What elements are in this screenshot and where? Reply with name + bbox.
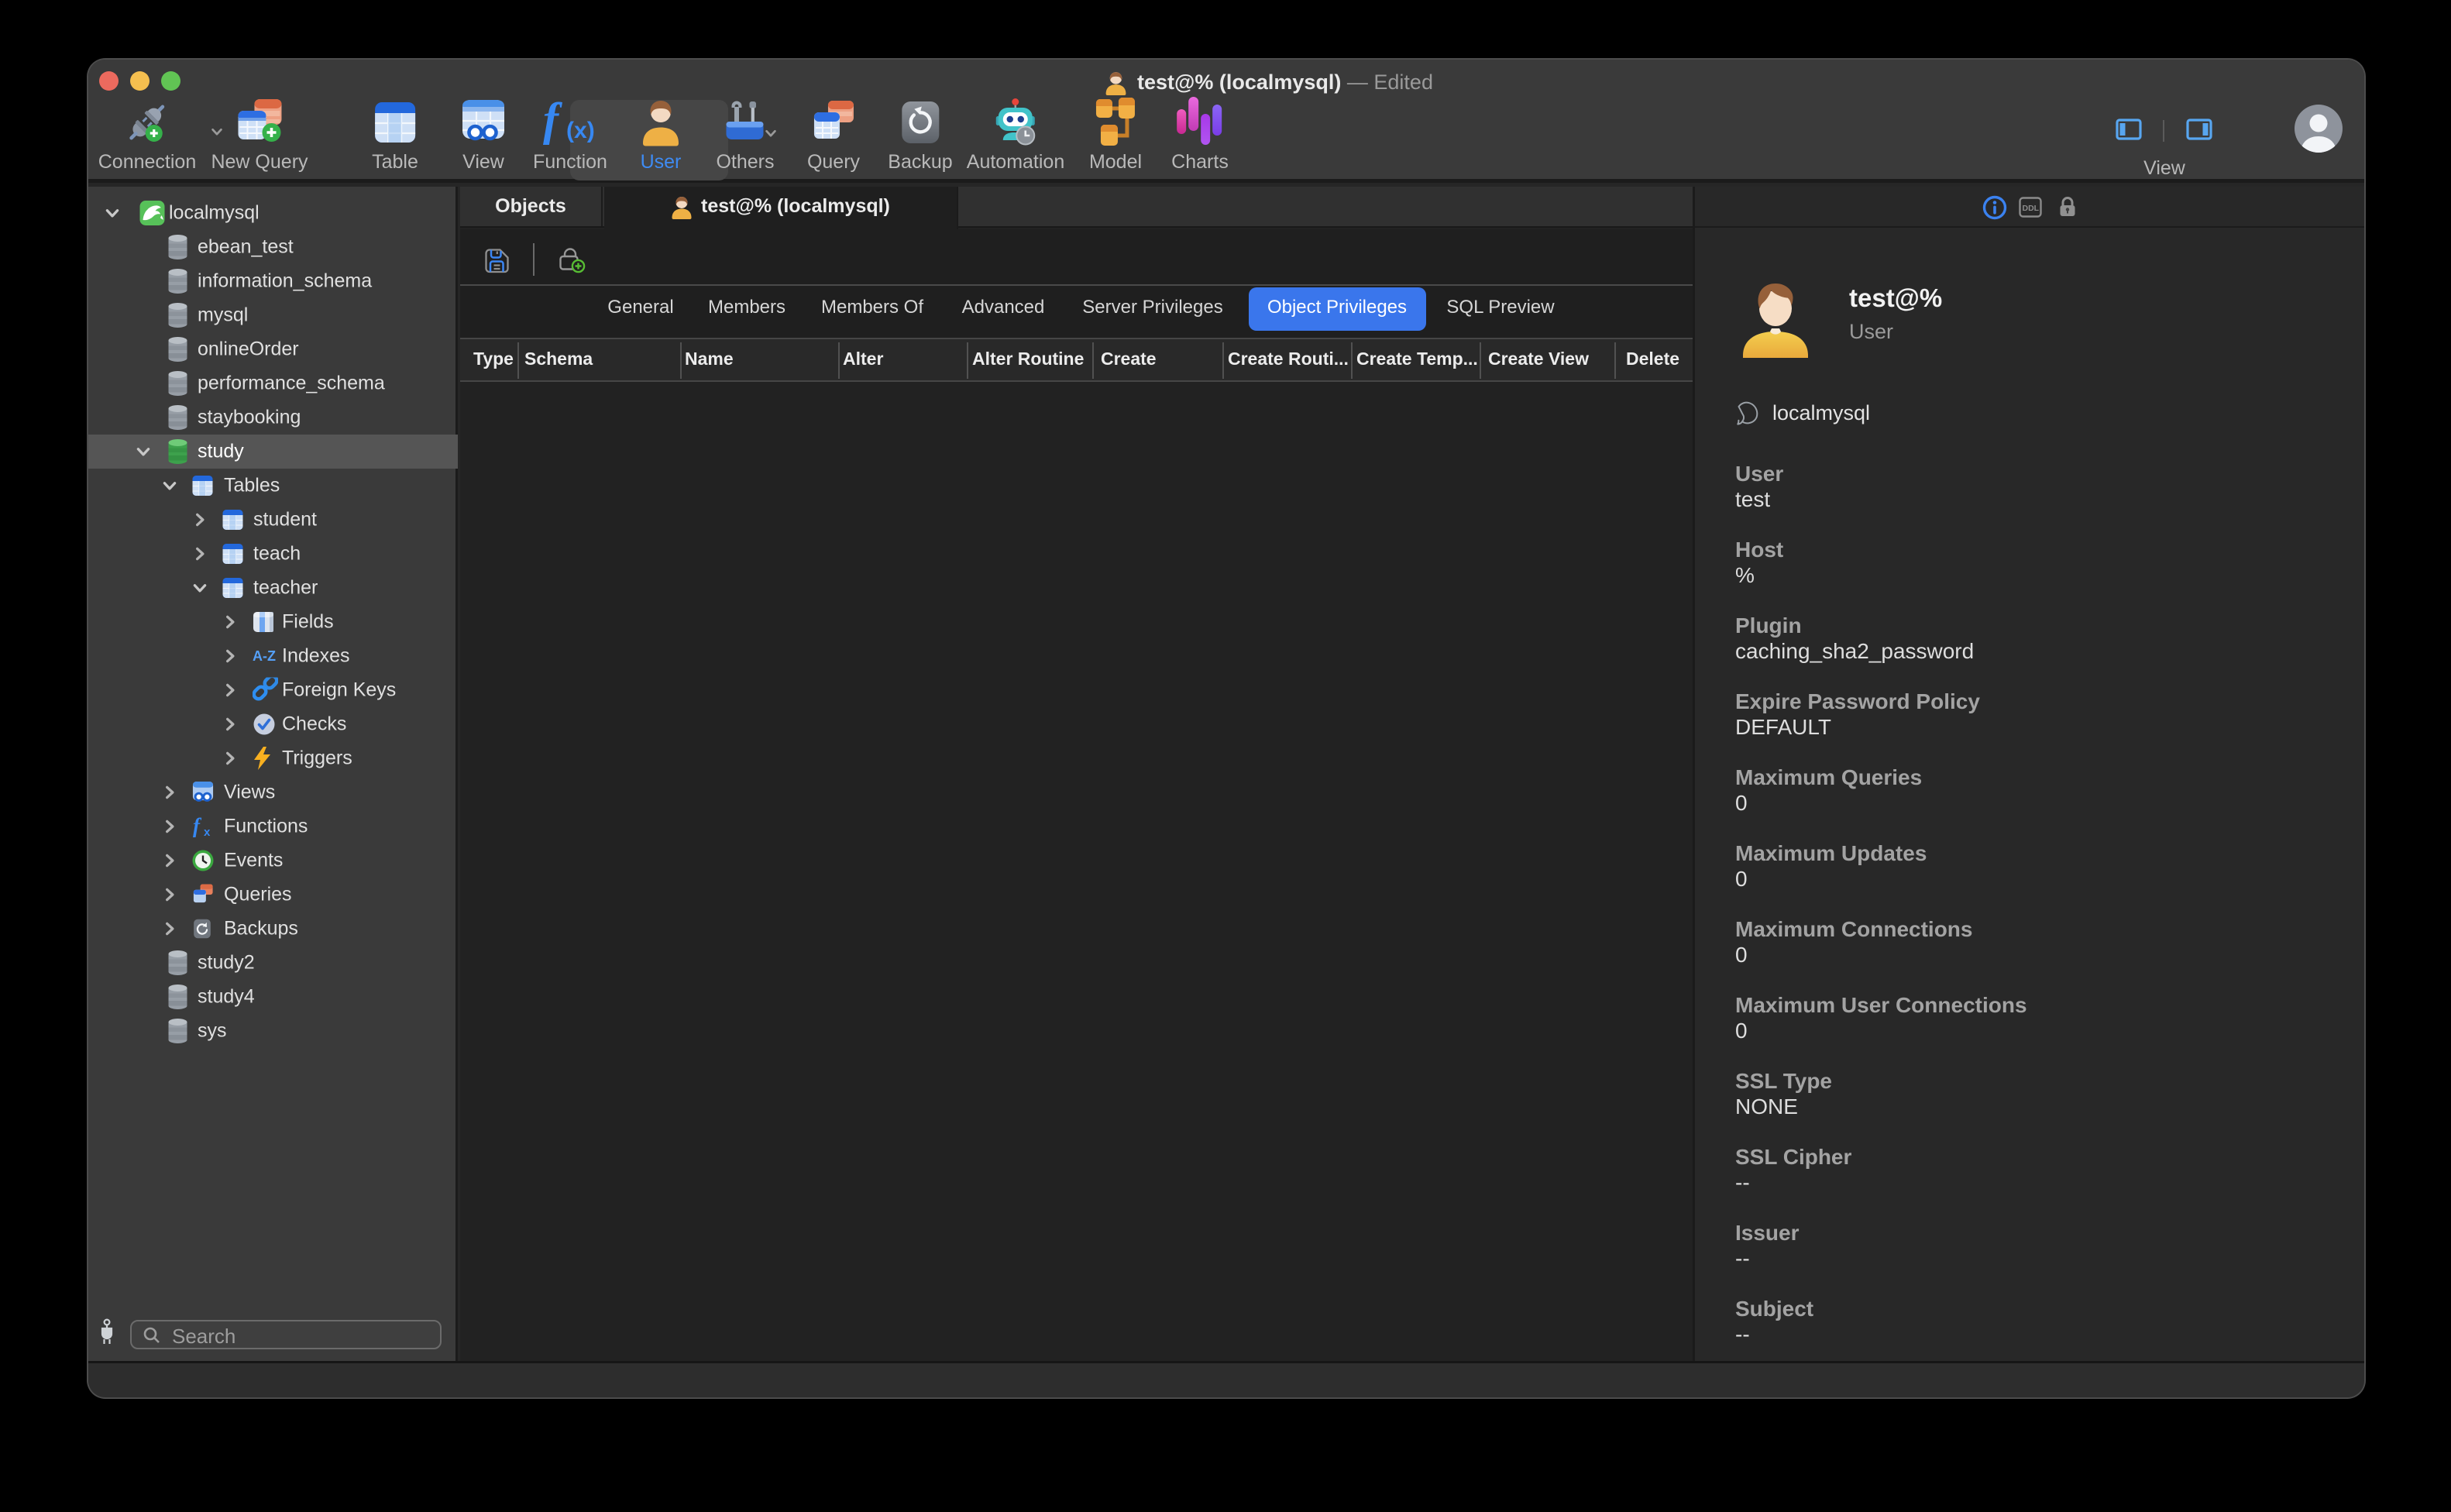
svg-text:f: f xyxy=(193,815,202,837)
svg-text:(x): (x) xyxy=(566,118,595,143)
svg-text:f: f xyxy=(543,98,562,145)
svg-text:DDL: DDL xyxy=(2023,204,2040,213)
svg-text:x: x xyxy=(204,826,211,838)
svg-text:A-Z: A-Z xyxy=(253,648,276,664)
